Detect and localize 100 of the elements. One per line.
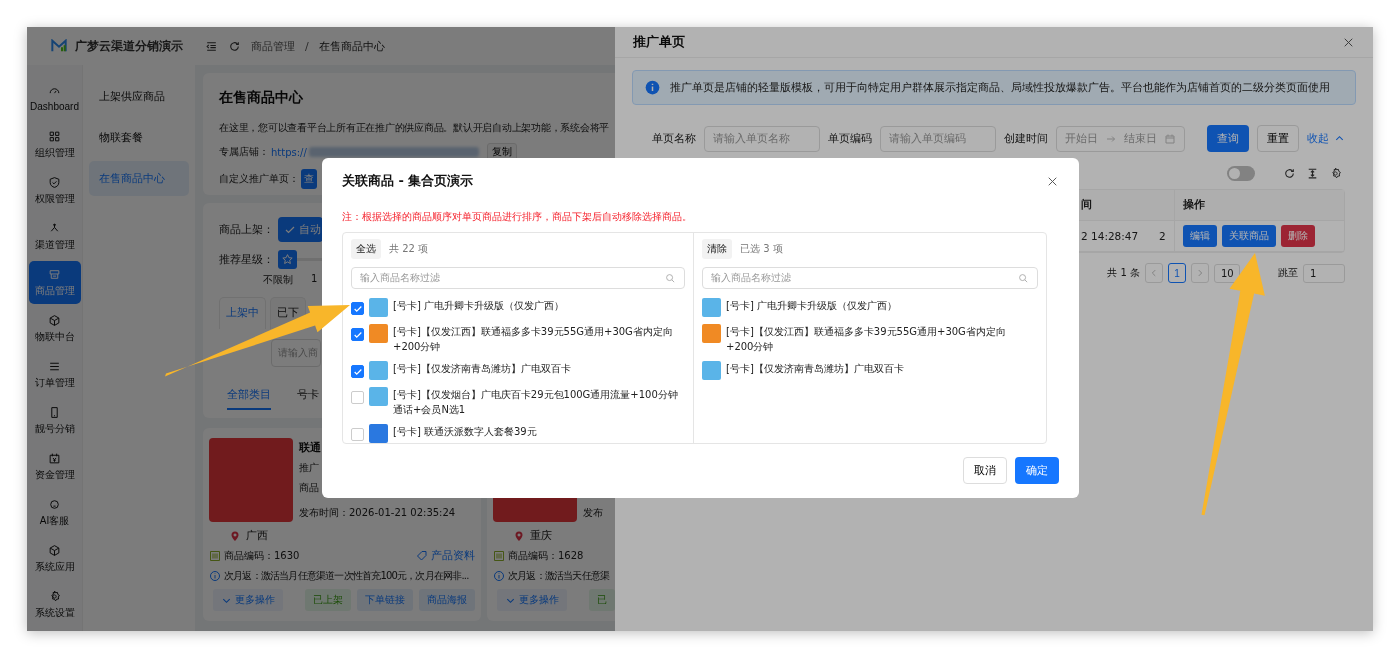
calendar-icon: [1164, 132, 1176, 145]
product-item-text[interactable]: [号卡]【仅发烟台】广电庆百卡29元包100G通用流量+100分钟通话+会员N选1: [393, 387, 685, 417]
jump-input[interactable]: 1: [1303, 263, 1345, 283]
toggle-switch[interactable]: [1227, 166, 1255, 181]
refresh-icon[interactable]: [1283, 167, 1296, 180]
row-action-button[interactable]: 删除: [1281, 225, 1315, 247]
checkbox[interactable]: [351, 302, 364, 315]
submenu-item[interactable]: 物联套餐: [89, 120, 189, 155]
product-action-button[interactable]: 更多操作: [497, 589, 567, 611]
clear-button[interactable]: 清除: [702, 239, 732, 259]
product-action-button[interactable]: 下单链接: [357, 589, 413, 611]
region-text: 重庆: [530, 528, 552, 543]
refresh-icon[interactable]: [228, 39, 241, 53]
logo-icon: [51, 39, 67, 53]
checkbox[interactable]: [351, 391, 364, 404]
product-action-button[interactable]: 已上架: [305, 589, 351, 611]
checkbox[interactable]: [351, 428, 364, 441]
product-info-link[interactable]: 产品资料: [416, 549, 475, 563]
cancel-button[interactable]: 取消: [963, 457, 1007, 484]
product-action-button[interactable]: 商品海报: [419, 589, 475, 611]
item-count: 共 22 项: [389, 242, 429, 256]
page-button[interactable]: 1: [1168, 263, 1186, 283]
notice-text: 推广单页是店铺的轻量版模板，可用于向特定用户群体展示指定商品、局域性投放爆款广告。平台也能作为店铺首页的二级分类页面使用: [670, 80, 1330, 95]
chevron-left-icon: [1149, 268, 1159, 278]
query-button[interactable]: 查询: [1207, 125, 1249, 152]
star-icon: [281, 253, 294, 266]
reset-button[interactable]: 重置: [1257, 125, 1299, 152]
chevron-right-icon: [1195, 268, 1205, 278]
listing-label: 商品上架：: [219, 222, 274, 237]
selected-count: 已选 3 项: [740, 242, 783, 256]
rebate-text: 次月返：激活当天任意渠: [508, 569, 610, 583]
drawer-title: 推广单页: [633, 33, 685, 51]
menu-fold-icon[interactable]: [205, 39, 218, 53]
select-all-button[interactable]: 全选: [351, 239, 381, 259]
modal-title: 关联商品 - 集合页演示: [342, 172, 474, 190]
breadcrumb-link[interactable]: 商品管理: [251, 38, 295, 54]
robot-face-icon: [48, 497, 61, 511]
auto-listing-button[interactable]: 自动: [278, 217, 323, 242]
sidebar-item[interactable]: 资金管理: [28, 445, 81, 488]
sidebar-item[interactable]: AI客服: [28, 491, 81, 534]
status-tab[interactable]: 上架中: [219, 297, 266, 329]
text-input[interactable]: 请输入单页编码: [880, 125, 996, 152]
category-tab[interactable]: 全部类目: [227, 381, 271, 410]
promo-label: 推广: [299, 461, 320, 475]
sidebar-item[interactable]: 权限管理: [28, 169, 81, 212]
total-count: 共 1 条: [1107, 266, 1140, 280]
check-icon: [352, 366, 363, 377]
check-icon: [352, 329, 363, 340]
view-button[interactable]: 查: [301, 169, 317, 189]
date-range-field[interactable]: 开始日 结束日: [1056, 125, 1185, 152]
sidebar-item[interactable]: 订单管理: [28, 353, 81, 396]
row-action-button[interactable]: 关联商品: [1222, 225, 1276, 247]
category-tab[interactable]: 号卡: [297, 381, 319, 410]
sidebar-item[interactable]: Dashboard: [28, 77, 81, 120]
info-icon: [645, 80, 660, 95]
form-label: 单页编码: [828, 131, 872, 146]
page-description: 在这里，您可以查看平台上所有正在推广的供应商品。默认开启自动上架功能，系统会将平: [219, 121, 609, 135]
info-icon: [493, 570, 505, 582]
sidebar-item[interactable]: 渠道管理: [28, 215, 81, 258]
product-code: 商品编码：1630: [224, 549, 300, 563]
product-item-text[interactable]: [号卡]【仅发江西】联通福多多卡39元55G通用+30G省内定向+200分钟: [393, 324, 685, 354]
slider-thumb[interactable]: [278, 250, 297, 269]
rating-tick-label: 1: [311, 273, 318, 286]
submenu-item[interactable]: 上架供应商品: [89, 79, 189, 114]
collapse-link[interactable]: 收起: [1307, 131, 1345, 146]
text-input[interactable]: 请输入单页名称: [704, 125, 820, 152]
sidebar-item[interactable]: 靓号分销: [28, 399, 81, 442]
breadcrumb-current: 在售商品中心: [318, 38, 385, 54]
sidebar-item[interactable]: 系统应用: [28, 537, 81, 580]
sidebar-item[interactable]: 物联中台: [28, 307, 81, 350]
product-item-text[interactable]: [号卡] 联通沃派数字人套餐39元: [393, 424, 537, 439]
column-height-icon[interactable]: [1306, 167, 1319, 180]
product-item-text[interactable]: [号卡]【仅发济南青岛潍坊】广电双百卡: [726, 361, 904, 376]
checkbox[interactable]: [351, 365, 364, 378]
product-action-button[interactable]: 已: [589, 589, 615, 611]
settings-icon[interactable]: [1329, 167, 1342, 180]
product-item-text[interactable]: [号卡]【仅发济南青岛潍坊】广电双百卡: [393, 361, 571, 376]
product-item-text[interactable]: [号卡]【仅发江西】联通福多多卡39元55G通用+30G省内定向+200分钟: [726, 324, 1026, 354]
checkbox[interactable]: [351, 328, 364, 341]
box-icon: [48, 543, 61, 557]
warning-note: 注：根据选择的商品顺序对单页商品进行排序，商品下架后自动移除选择商品。: [342, 210, 693, 224]
product-item-text[interactable]: [号卡] 广电升卿卡升级版（仅发广西）: [393, 298, 564, 313]
confirm-button[interactable]: 确定: [1015, 457, 1059, 484]
product-item-text[interactable]: [号卡] 广电升卿卡升级版（仅发广西）: [726, 298, 897, 313]
custom-page-label: 自定义推广单页：: [219, 172, 299, 186]
sidebar-item[interactable]: 系统设置: [28, 583, 81, 626]
store-url-link[interactable]: https://: [271, 146, 307, 158]
sidebar-item[interactable]: 组织管理: [28, 123, 81, 166]
cube-icon: [48, 313, 61, 327]
location-pin-icon: [229, 529, 241, 542]
product-action-button[interactable]: 更多操作: [213, 589, 283, 611]
filter-search-field[interactable]: 输入商品名称过滤: [351, 267, 685, 289]
grid-icon: [48, 129, 61, 143]
sidebar-item[interactable]: 商品管理: [28, 261, 81, 304]
row-action-button[interactable]: 编辑: [1183, 225, 1217, 247]
filter-search-field[interactable]: 输入商品名称过滤: [702, 267, 1038, 289]
form-label: 创建时间: [1004, 131, 1048, 146]
store-label: 专属店铺：: [219, 145, 269, 159]
calendar-icon: [48, 451, 61, 465]
submenu-item[interactable]: 在售商品中心: [89, 161, 189, 196]
